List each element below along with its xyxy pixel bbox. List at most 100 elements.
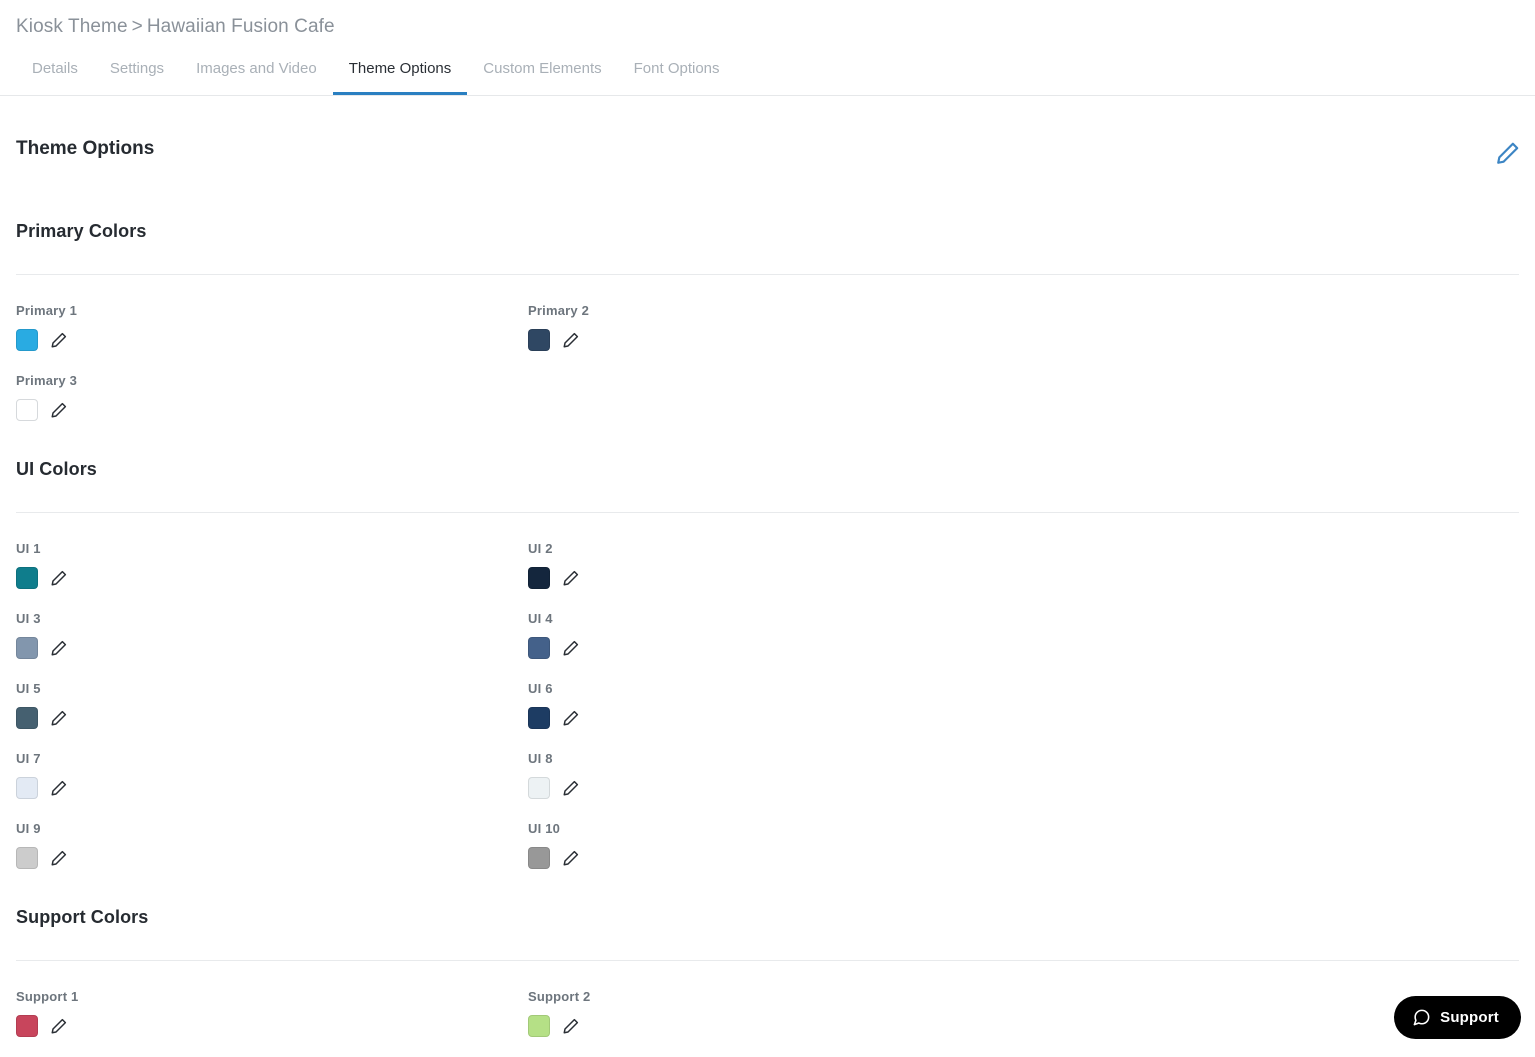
edit-color-button[interactable] [50, 1017, 68, 1035]
pencil-icon [562, 849, 580, 867]
section-primary-colors: Primary Colors Primary 1 Primary 2 Primary … [0, 205, 1535, 443]
color-swatch[interactable] [16, 847, 38, 869]
section-title: Support Colors [16, 907, 149, 927]
color-swatch[interactable] [16, 707, 38, 729]
edit-color-button[interactable] [562, 639, 580, 657]
edit-color-button[interactable] [50, 779, 68, 797]
color-cell: Support 2 [528, 989, 1040, 1037]
swatch-row [528, 329, 1040, 351]
color-cell: UI 9 [16, 821, 528, 869]
breadcrumb-root[interactable]: Kiosk Theme [16, 16, 128, 37]
color-cell: UI 1 [16, 541, 528, 589]
edit-color-button[interactable] [562, 779, 580, 797]
color-swatch[interactable] [528, 707, 550, 729]
color-cell: Primary 3 [16, 373, 528, 421]
edit-theme-options-button[interactable] [1495, 140, 1521, 166]
swatch-row [16, 847, 528, 869]
edit-color-button[interactable] [562, 569, 580, 587]
color-grid: Primary 1 Primary 2 Primary 3 [16, 275, 1519, 443]
color-cell: Primary 2 [528, 303, 1040, 351]
color-label: UI 10 [528, 821, 561, 836]
color-cell: Primary 1 [16, 303, 528, 351]
color-swatch[interactable] [16, 399, 38, 421]
edit-color-button[interactable] [50, 639, 68, 657]
speech-bubble-icon [1412, 1008, 1431, 1027]
color-swatch[interactable] [528, 567, 550, 589]
swatch-row [528, 707, 1040, 729]
theme-options-page: Kiosk Theme > Hawaiian Fusion Cafe Details… [0, 0, 1535, 1057]
swatch-row [16, 329, 528, 351]
color-cell: UI 6 [528, 681, 1040, 729]
swatch-row [528, 637, 1040, 659]
section-title: UI Colors [16, 459, 97, 479]
color-swatch[interactable] [528, 1015, 550, 1037]
color-swatch[interactable] [16, 329, 38, 351]
swatch-row [528, 777, 1040, 799]
pencil-icon [50, 401, 68, 419]
color-label: UI 3 [16, 611, 41, 626]
color-label: Support 1 [16, 989, 79, 1004]
swatch-row [16, 777, 528, 799]
color-cell: UI 10 [528, 821, 1040, 869]
color-grid: Support 1Support 2Support 3 [16, 961, 1519, 1057]
color-swatch[interactable] [16, 777, 38, 799]
pencil-icon [562, 639, 580, 657]
tab-theme-options[interactable]: Theme Options [332, 58, 468, 95]
tab-font-options[interactable]: Font Options [618, 58, 736, 95]
color-cell: UI 8 [528, 751, 1040, 799]
tab-details[interactable]: Details [16, 58, 94, 95]
tab-settings[interactable]: Settings [94, 58, 180, 95]
swatch-row [528, 567, 1040, 589]
color-swatch[interactable] [528, 637, 550, 659]
color-swatch[interactable] [16, 567, 38, 589]
page-title: Theme Options [16, 138, 155, 159]
pencil-icon [50, 331, 68, 349]
swatch-row [528, 847, 1040, 869]
section-ui-colors: UI Colors UI 1 UI 2 UI 3 UI 4 UI 5 UI 6 UI 7 UI … [0, 443, 1535, 891]
swatch-row [16, 637, 528, 659]
swatch-row [528, 1015, 1040, 1037]
swatch-row [16, 567, 528, 589]
tab-custom-elements[interactable]: Custom Elements [467, 58, 617, 95]
section-title: Primary Colors [16, 221, 147, 241]
theme-options-content: Primary Colors Primary 1 Primary 2 Primary … [0, 205, 1535, 1057]
color-label: Primary 3 [16, 373, 78, 388]
edit-color-button[interactable] [562, 331, 580, 349]
edit-color-button[interactable] [50, 331, 68, 349]
edit-color-button[interactable] [562, 1017, 580, 1035]
edit-color-button[interactable] [50, 401, 68, 419]
swatch-row [16, 399, 528, 421]
edit-color-button[interactable] [50, 569, 68, 587]
color-swatch[interactable] [16, 637, 38, 659]
color-cell: UI 3 [16, 611, 528, 659]
breadcrumb: Kiosk Theme > Hawaiian Fusion Cafe [16, 16, 335, 38]
pencil-icon [562, 331, 580, 349]
pencil-icon [1495, 140, 1521, 166]
color-label: UI 4 [528, 611, 553, 626]
color-swatch[interactable] [528, 847, 550, 869]
swatch-row [16, 707, 528, 729]
edit-color-button[interactable] [50, 849, 68, 867]
color-cell: Support 1 [16, 989, 528, 1037]
color-label: UI 8 [528, 751, 553, 766]
edit-color-button[interactable] [562, 849, 580, 867]
pencil-icon [50, 569, 68, 587]
edit-color-button[interactable] [562, 709, 580, 727]
support-widget-button[interactable]: Support [1394, 996, 1521, 1039]
color-swatch[interactable] [528, 777, 550, 799]
breadcrumb-current: Hawaiian Fusion Cafe [146, 16, 335, 37]
color-cell: UI 5 [16, 681, 528, 729]
tab-images-and-video[interactable]: Images and Video [180, 58, 333, 95]
color-cell: UI 4 [528, 611, 1040, 659]
color-swatch[interactable] [16, 1015, 38, 1037]
breadcrumb-separator: > [131, 16, 143, 37]
pencil-icon [50, 779, 68, 797]
tab-bar: Details Settings Images and Video Theme Opt… [0, 58, 1535, 96]
color-cell: UI 2 [528, 541, 1040, 589]
color-label: UI 5 [16, 681, 41, 696]
pencil-icon [562, 1017, 580, 1035]
color-swatch[interactable] [528, 329, 550, 351]
color-cell: UI 7 [16, 751, 528, 799]
edit-color-button[interactable] [50, 709, 68, 727]
section-support-colors: Support ColorsSupport 1Support 2Support … [0, 891, 1535, 1057]
